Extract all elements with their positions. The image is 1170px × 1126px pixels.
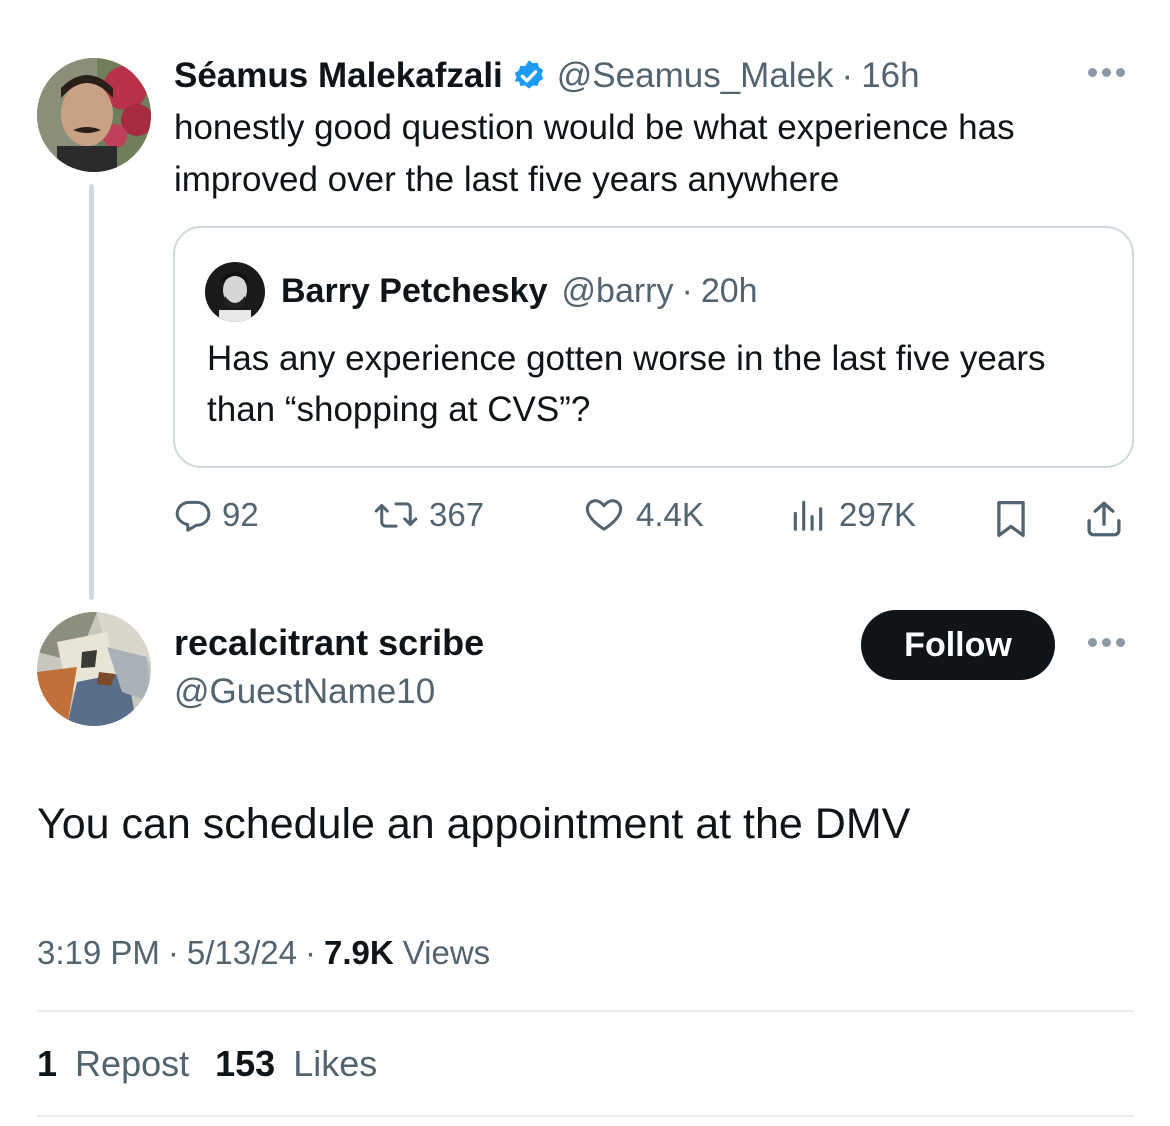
parent-author-name[interactable]: Séamus Malekafzali	[174, 56, 503, 96]
repost-button[interactable]: 367	[373, 490, 484, 540]
reposts-stat-label: Repost	[75, 1043, 190, 1084]
parent-author-avatar[interactable]	[37, 58, 151, 172]
header-separator: ·	[841, 56, 854, 95]
verified-badge-icon	[511, 58, 547, 94]
bookmark-icon	[992, 498, 1030, 540]
quote-author-handle: @barry	[561, 271, 674, 310]
reply-icon	[174, 496, 212, 534]
engagement-stats: 1 Repost 153 Likes	[37, 1038, 377, 1090]
likes-stat-count: 153	[215, 1043, 276, 1084]
views-icon	[787, 496, 829, 534]
parent-tweet-header: Séamus Malekafzali @Seamus_Malek · 16h	[174, 52, 920, 100]
reposts-stat-count: 1	[37, 1043, 58, 1084]
reply-author-avatar[interactable]	[37, 612, 151, 726]
likes-stat[interactable]: 153 Likes	[215, 1043, 377, 1085]
quote-tweet-header: Barry Petchesky @barry · 20h	[281, 266, 758, 316]
share-button[interactable]	[1082, 494, 1126, 544]
divider	[37, 1115, 1134, 1117]
meta-separator: ·	[167, 934, 179, 971]
bookmark-button[interactable]	[992, 494, 1030, 544]
tweet-date[interactable]: 5/13/24	[187, 934, 297, 972]
likes-stat-label: Likes	[293, 1043, 378, 1084]
tweet-views-count: 7.9K	[324, 934, 394, 971]
more-icon[interactable]	[1086, 632, 1127, 653]
reply-button[interactable]: 92	[174, 490, 259, 540]
more-icon[interactable]	[1086, 62, 1127, 83]
tweet-meta: 3:19 PM · 5/13/24 · 7.9K Views	[37, 928, 490, 978]
quote-author-avatar	[205, 262, 265, 322]
parent-tweet-text: honestly good question would be what exp…	[174, 108, 1015, 199]
quote-tweet-text: Has any experience gotten worse in the l…	[207, 339, 1046, 429]
reply-author-handle[interactable]: @GuestName10	[174, 672, 435, 712]
reply-author-name[interactable]: recalcitrant scribe	[174, 622, 484, 664]
repost-icon	[373, 496, 419, 534]
like-count: 4.4K	[636, 496, 704, 533]
meta-separator: ·	[305, 934, 317, 971]
parent-timestamp[interactable]: 16h	[861, 56, 919, 96]
reply-tweet-text: You can schedule an appointment at the D…	[37, 800, 911, 848]
quote-author-name: Barry Petchesky	[281, 271, 548, 310]
follow-button[interactable]: Follow	[861, 610, 1055, 680]
divider	[37, 1010, 1134, 1012]
like-button[interactable]: 4.4K	[582, 490, 704, 540]
reposts-stat[interactable]: 1 Repost	[37, 1043, 189, 1085]
parent-author-handle[interactable]: @Seamus_Malek	[557, 56, 834, 96]
views-count: 297K	[839, 496, 917, 533]
tweet-views-label: Views	[402, 934, 491, 971]
quote-timestamp: 20h	[700, 271, 758, 310]
views-button[interactable]: 297K	[787, 490, 916, 540]
quote-separator: ·	[681, 271, 693, 310]
tweet-time[interactable]: 3:19 PM	[37, 934, 160, 972]
thread-connector-line	[89, 184, 94, 600]
reply-count: 92	[222, 496, 259, 533]
repost-count: 367	[429, 496, 485, 533]
like-icon	[582, 496, 626, 534]
share-icon	[1082, 498, 1126, 540]
